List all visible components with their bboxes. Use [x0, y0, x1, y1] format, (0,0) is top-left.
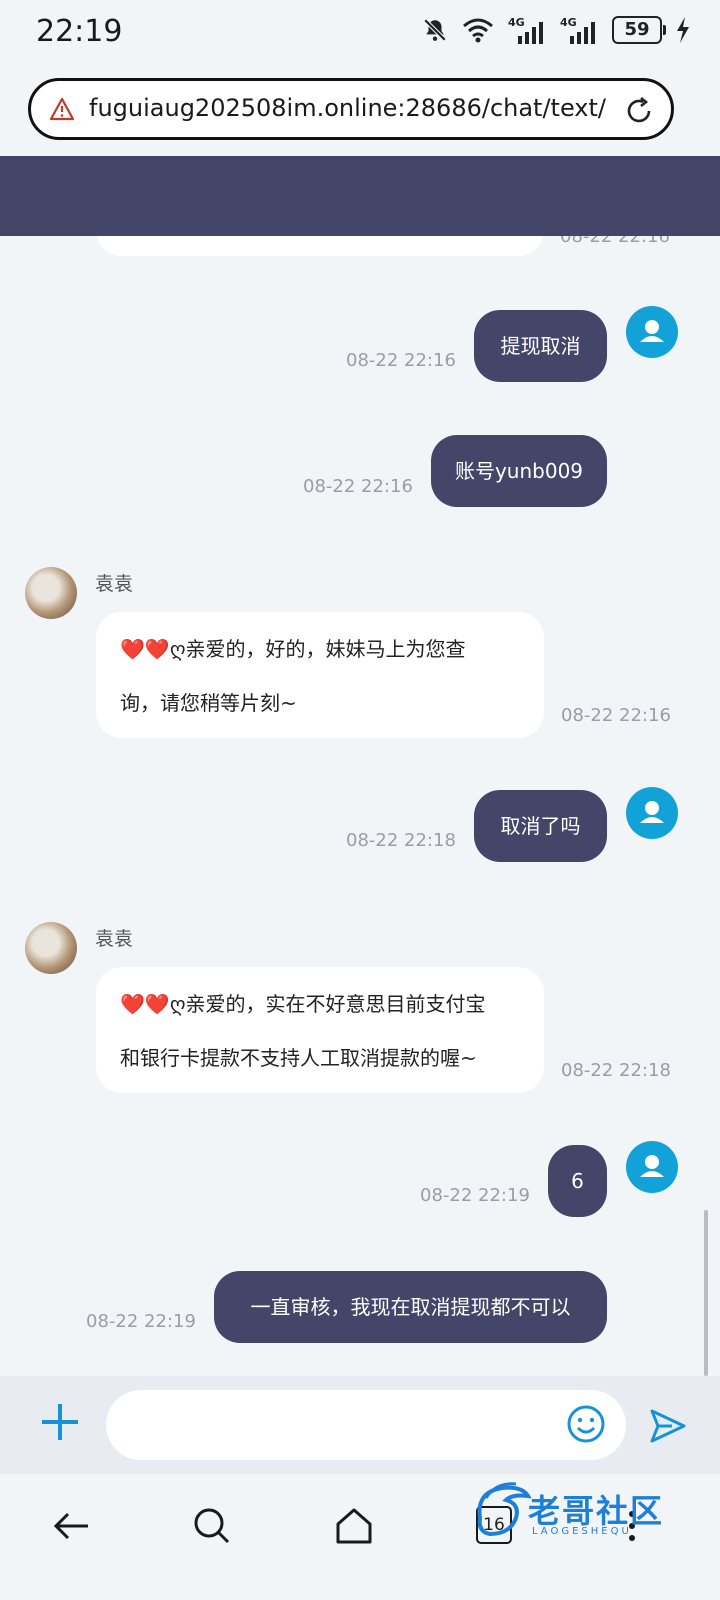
message-bubble-outgoing: 6: [548, 1145, 607, 1217]
avatar[interactable]: [25, 567, 77, 619]
message-time: 08-22 22:18: [346, 830, 456, 851]
message-bubble-incoming: ❤️❤️ღ亲爱的，好的，妹妹马上为您查 询，请您稍等片刻~: [96, 612, 544, 738]
message-line: 和银行卡提款不支持人工取消提款的喔~: [120, 1046, 477, 1070]
address-bar[interactable]: fuguiaug202508im.online:28686/chat/text/: [28, 78, 674, 140]
charging-icon: [677, 17, 689, 43]
chat-header: [0, 156, 720, 236]
message-text: ღ亲爱的，实在不好意思目前支付宝: [169, 992, 486, 1016]
hearts-emoji: ❤️❤️: [120, 637, 170, 661]
url-text[interactable]: fuguiaug202508im.online:28686/chat/text/: [89, 94, 609, 122]
back-icon[interactable]: [50, 1504, 94, 1548]
sender-name: 袁袁: [95, 573, 134, 595]
message-bubble-clipped: [96, 236, 544, 256]
status-time: 22:19: [36, 14, 123, 49]
signal-icon: 4G: [560, 16, 598, 44]
chat-messages[interactable]: 08-22 22:16 08-22 22:16 提现取消 08-22 22:16…: [0, 236, 720, 1376]
battery-icon: 59: [612, 16, 666, 44]
signal-icon: 4G: [508, 16, 546, 44]
message-bubble-outgoing: 账号yunb009: [431, 435, 607, 507]
message-time: 08-22 22:18: [561, 1060, 671, 1081]
message-bubble-outgoing: 一直审核，我现在取消提现都不可以: [214, 1271, 607, 1343]
dragon-logo-icon: [477, 1482, 532, 1537]
message-line: 询，请您稍等片刻~: [120, 691, 297, 715]
avatar[interactable]: [626, 306, 678, 358]
message-time: 08-22 22:19: [86, 1311, 196, 1332]
search-icon[interactable]: [190, 1504, 234, 1548]
message-input[interactable]: [106, 1390, 626, 1460]
composer: [0, 1376, 720, 1474]
hearts-emoji: ❤️❤️: [120, 992, 170, 1016]
message-time: 08-22 22:19: [420, 1185, 530, 1206]
emoji-icon[interactable]: [566, 1404, 606, 1444]
message-bubble-incoming: ❤️❤️ღ亲爱的，实在不好意思目前支付宝 和银行卡提款不支持人工取消提款的喔~: [96, 967, 544, 1093]
wifi-icon: [463, 18, 493, 43]
message-time: 08-22 22:16: [346, 350, 456, 371]
message-time: 08-22 22:16: [560, 236, 670, 247]
send-icon[interactable]: [648, 1406, 688, 1446]
user-icon: [640, 320, 664, 342]
home-icon[interactable]: [332, 1504, 376, 1548]
sender-name: 袁袁: [95, 928, 134, 950]
message-time: 08-22 22:16: [303, 476, 413, 497]
user-icon: [640, 801, 664, 823]
avatar[interactable]: [626, 787, 678, 839]
avatar[interactable]: [25, 922, 77, 974]
message-line: ❤️❤️ღ亲爱的，实在不好意思目前支付宝: [120, 977, 520, 1031]
message-time: 08-22 22:16: [561, 705, 671, 726]
avatar[interactable]: [626, 1141, 678, 1193]
browser-nav-bar: 16 老哥社区 LAOGESHEQU: [0, 1474, 720, 1600]
message-bubble-outgoing: 取消了吗: [474, 790, 607, 862]
watermark-subtext: LAOGESHEQU: [532, 1526, 632, 1537]
watermark-logo: 老哥社区 LAOGESHEQU: [472, 1478, 702, 1548]
message-text: ღ亲爱的，好的，妹妹马上为您查: [169, 637, 466, 661]
bell-off-icon: [423, 18, 447, 42]
reload-icon[interactable]: [623, 95, 655, 127]
warning-icon[interactable]: [49, 97, 75, 121]
message-bubble-outgoing: 提现取消: [474, 310, 607, 382]
status-bar: 22:19 4G 4G 59: [0, 0, 720, 68]
user-icon: [640, 1155, 664, 1177]
scrollbar[interactable]: [704, 1210, 708, 1376]
plus-icon[interactable]: [36, 1398, 84, 1446]
status-icons: 4G 4G 59: [422, 16, 690, 44]
message-line: ❤️❤️ღ亲爱的，好的，妹妹马上为您查: [120, 622, 520, 676]
